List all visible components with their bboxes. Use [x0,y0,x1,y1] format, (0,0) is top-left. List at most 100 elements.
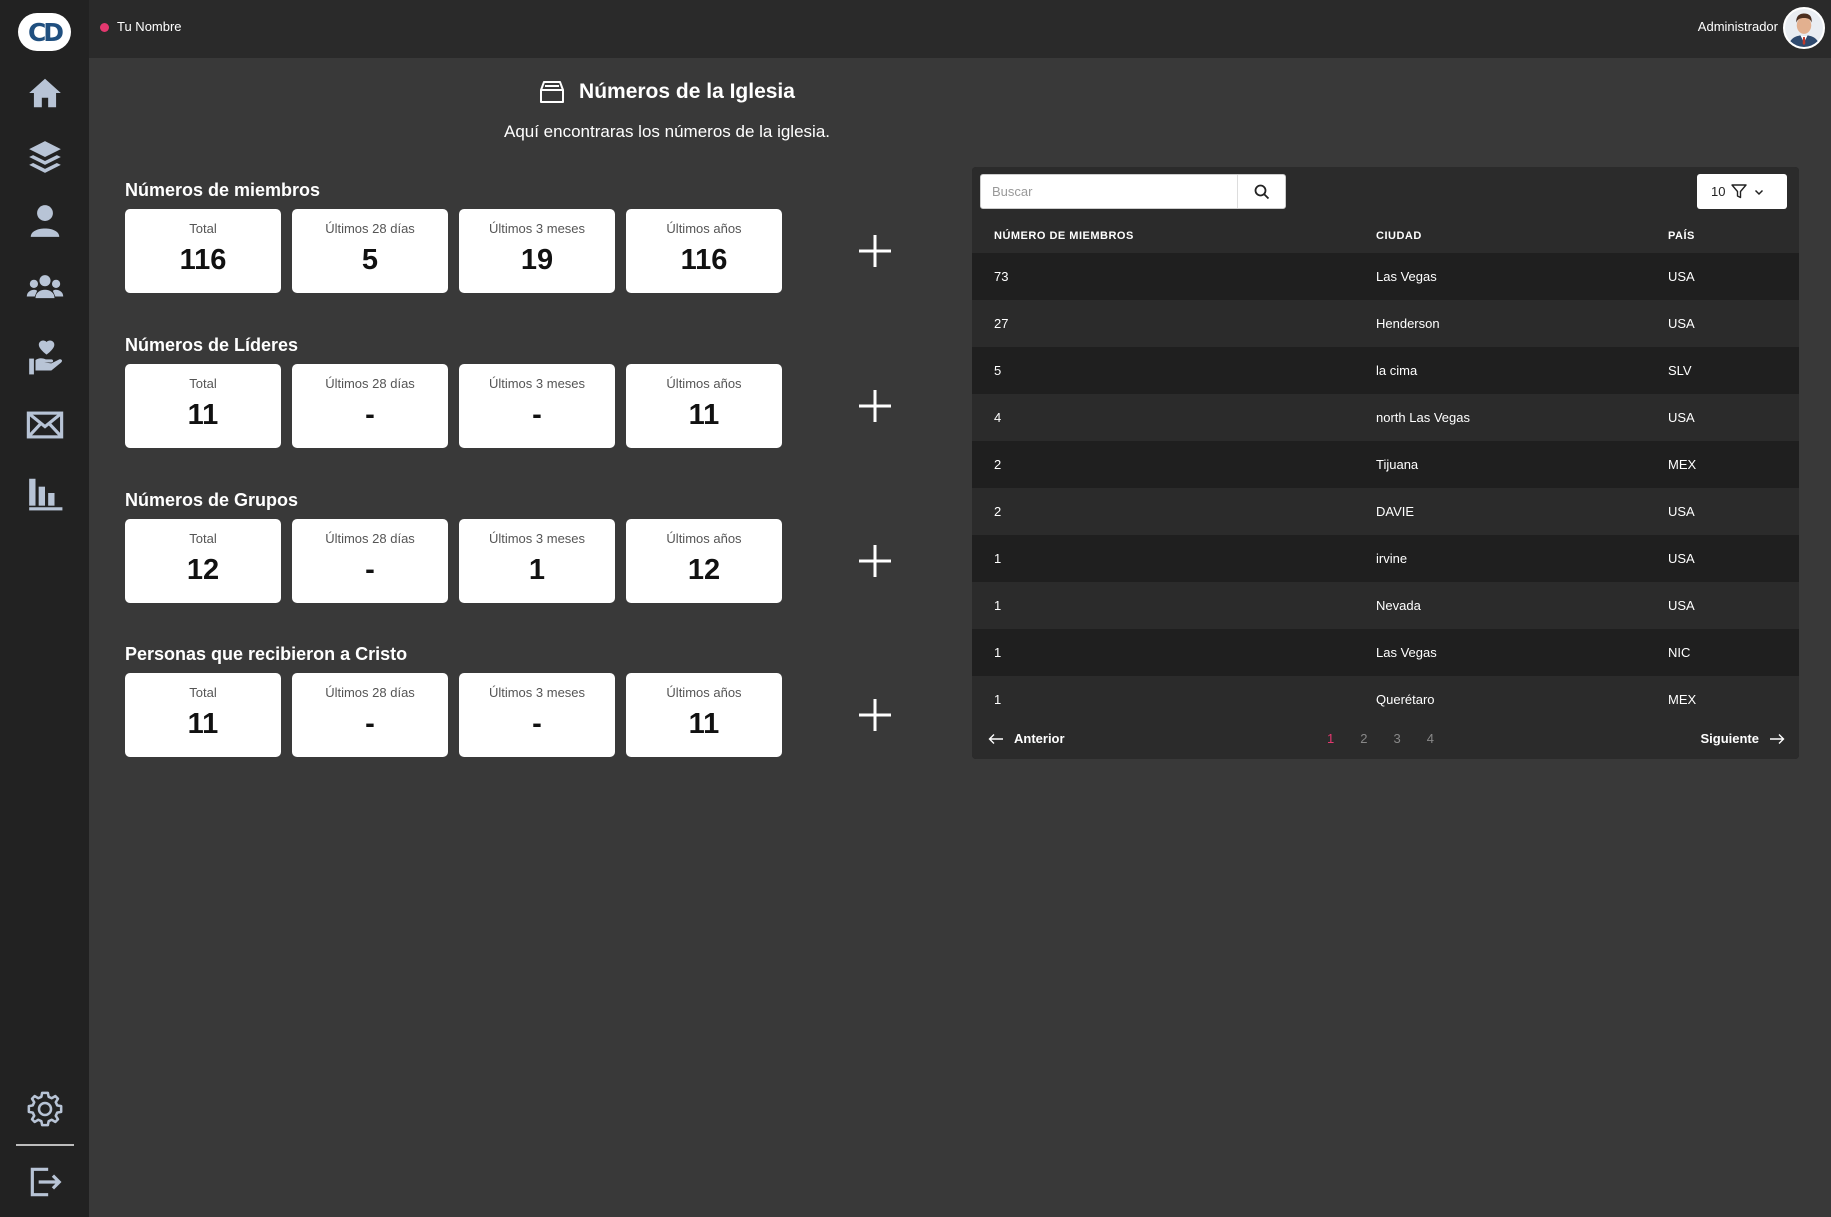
stat-card-years: Últimos años 12 [626,519,782,603]
table-row[interactable]: 1 Querétaro MEX [972,676,1799,719]
cell-country: USA [1668,269,1695,284]
group-icon[interactable] [24,266,66,308]
column-header[interactable]: NÚMERO DE MIEMBROS [994,230,1134,242]
stat-card-28-days: Últimos 28 días - [292,364,448,448]
home-icon[interactable] [24,72,66,114]
section-converts: Personas que recibieron a Cristo Total 11… [125,644,915,757]
cell-city: Las Vegas [1376,645,1437,660]
card-label: Total [189,376,217,391]
stat-card-3-months: Últimos 3 meses - [459,673,615,757]
logo-text: CD [27,17,64,47]
search-button[interactable] [1237,175,1285,208]
add-member-button[interactable] [853,229,897,273]
page-number[interactable]: 3 [1393,731,1400,746]
next-page-button[interactable]: Siguiente [1700,731,1785,746]
table-row[interactable]: 1 Nevada USA [972,582,1799,629]
cell-city: la cima [1376,363,1418,378]
table-row[interactable]: 2 Tijuana MEX [972,441,1799,488]
page-number[interactable]: 1 [1327,731,1334,746]
add-convert-button[interactable] [853,693,897,737]
column-header[interactable]: PAÍS [1668,230,1695,242]
cell-country: MEX [1668,457,1697,472]
plus-icon [859,390,891,422]
layers-icon[interactable] [24,136,66,178]
bar-chart-icon[interactable] [24,472,66,514]
user-name[interactable]: Tu Nombre [117,19,182,34]
cell-city: Nevada [1376,598,1421,613]
sidebar-divider [16,1144,74,1146]
table-row[interactable]: 1 Las Vegas NIC [972,629,1799,676]
card-label: Total [189,221,217,236]
stat-card-total: Total 116 [125,209,281,293]
gear-icon[interactable] [24,1088,66,1130]
card-label: Últimos 28 días [325,221,415,236]
card-value: 116 [680,244,728,276]
cell-count: 1 [994,645,1002,660]
card-value: 12 [186,554,220,586]
card-label: Últimos 28 días [325,685,415,700]
plus-icon [859,235,891,267]
page-number[interactable]: 2 [1360,731,1367,746]
app-logo[interactable]: CD [18,13,71,51]
mail-icon[interactable] [24,404,66,446]
section-groups: Números de Grupos Total 12 Últimos 28 día… [125,490,915,603]
card-value: 11 [688,708,720,740]
cell-country: USA [1668,551,1695,566]
cell-country: NIC [1668,645,1691,660]
cell-country: USA [1668,598,1695,613]
card-label: Últimos años [666,531,742,546]
page-size-value: 10 [1711,184,1726,199]
table-row[interactable]: 1 irvine USA [972,535,1799,582]
table-row[interactable]: 2 DAVIE USA [972,488,1799,535]
logout-icon[interactable] [24,1161,66,1203]
add-group-button[interactable] [853,539,897,583]
stat-card-total: Total 12 [125,519,281,603]
card-label: Últimos 3 meses [488,685,586,700]
table-header: NÚMERO DE MIEMBROS CIUDAD PAÍS [972,217,1799,253]
section-title: Números de Grupos [125,490,299,510]
cell-city: north Las Vegas [1376,410,1470,425]
card-value: 12 [687,554,721,586]
table-row[interactable]: 4 north Las Vegas USA [972,394,1799,441]
arrow-right-icon [1770,733,1785,744]
user-icon[interactable] [24,200,66,242]
cell-city: irvine [1376,551,1408,566]
cell-count: 1 [994,551,1002,566]
cell-country: SLV [1668,363,1692,378]
cell-city: Las Vegas [1376,269,1437,284]
page-number[interactable]: 4 [1427,731,1434,746]
card-label: Últimos 28 días [325,531,415,546]
page-size-select[interactable]: 10 [1697,174,1787,209]
plus-icon [859,699,891,731]
card-value: 11 [688,399,720,431]
chevron-down-icon [1755,189,1764,195]
cell-count: 5 [994,363,1002,378]
card-label: Últimos 28 días [325,376,415,391]
table-row[interactable]: 73 Las Vegas USA [972,253,1799,300]
stat-card-years: Últimos años 116 [626,209,782,293]
search-icon [1254,184,1269,199]
stat-card-3-months: Últimos 3 meses 1 [459,519,615,603]
card-value: 11 [187,399,219,431]
cell-country: USA [1668,316,1695,331]
section-title: Personas que recibieron a Cristo [125,644,408,664]
card-label: Últimos 3 meses [488,376,586,391]
card-label: Últimos años [666,221,742,236]
avatar[interactable] [1783,7,1825,49]
cell-city: DAVIE [1376,504,1415,519]
next-label: Siguiente [1700,731,1759,746]
cell-city: Tijuana [1376,457,1419,472]
stat-card-years: Últimos años 11 [626,673,782,757]
table-row[interactable]: 5 la cima SLV [972,347,1799,394]
table-row[interactable]: 27 Henderson USA [972,300,1799,347]
add-leader-button[interactable] [853,384,897,428]
card-value: - [365,554,375,586]
hand-heart-icon[interactable] [24,336,66,378]
search-input[interactable] [981,175,1249,208]
status-dot [100,23,109,32]
cell-count: 2 [994,504,1002,519]
cell-count: 1 [994,598,1002,613]
user-role[interactable]: Administrador [1698,19,1778,34]
column-header[interactable]: CIUDAD [1376,230,1422,242]
previous-page-button[interactable]: Anterior [988,731,1065,746]
